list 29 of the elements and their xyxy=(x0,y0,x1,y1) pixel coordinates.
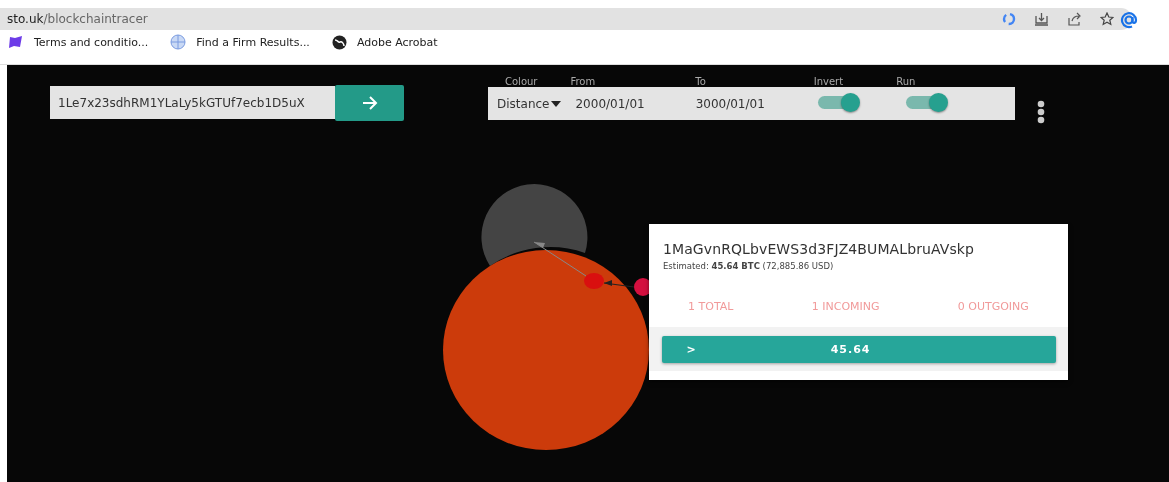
estimated-balance: Estimated: 45.64 BTC (72,885.86 USD) xyxy=(663,261,835,271)
more-options-icon[interactable] xyxy=(1037,100,1045,124)
bookmark-link[interactable]: Terms and conditio... xyxy=(8,35,149,49)
graph-node[interactable] xyxy=(443,250,649,450)
colour-dropdown[interactable]: Distance xyxy=(497,96,562,111)
edge-arrow xyxy=(533,241,587,277)
caret-icon xyxy=(551,100,562,107)
bookmark-link[interactable]: Find a Firm Results... xyxy=(170,34,310,50)
invert-label: Invert xyxy=(813,76,844,87)
download-icon[interactable] xyxy=(1034,12,1049,26)
arrow-right-icon xyxy=(361,96,378,110)
at-sign-icon[interactable] xyxy=(1120,11,1138,29)
edge-arrow xyxy=(603,280,635,288)
graph-node[interactable] xyxy=(634,278,652,296)
address-search-field[interactable]: 1Le7x23sdhRM1YLaLy5kGTUf7ecb1D5uX xyxy=(50,86,335,119)
wallet-address: 1MaGvnRQLbvEWS3d3FJZ4BUMALbruAVskp xyxy=(663,241,976,257)
colour-label: Colour xyxy=(505,76,538,87)
from-date-field[interactable]: 2000/01/01 xyxy=(575,96,645,111)
from-label: From xyxy=(570,76,596,87)
graph-node[interactable] xyxy=(481,184,588,266)
bookmark-link[interactable]: Adobe Acrobat xyxy=(331,34,438,50)
to-date-field[interactable]: 3000/01/01 xyxy=(695,96,765,111)
graph-node[interactable] xyxy=(584,273,604,289)
search-submit-button[interactable] xyxy=(335,85,404,121)
run-label: Run xyxy=(896,76,916,87)
to-label: To xyxy=(695,76,706,87)
share-icon[interactable] xyxy=(1067,12,1082,26)
star-icon[interactable] xyxy=(1100,12,1114,26)
bookmark-logo-icon xyxy=(8,35,24,49)
